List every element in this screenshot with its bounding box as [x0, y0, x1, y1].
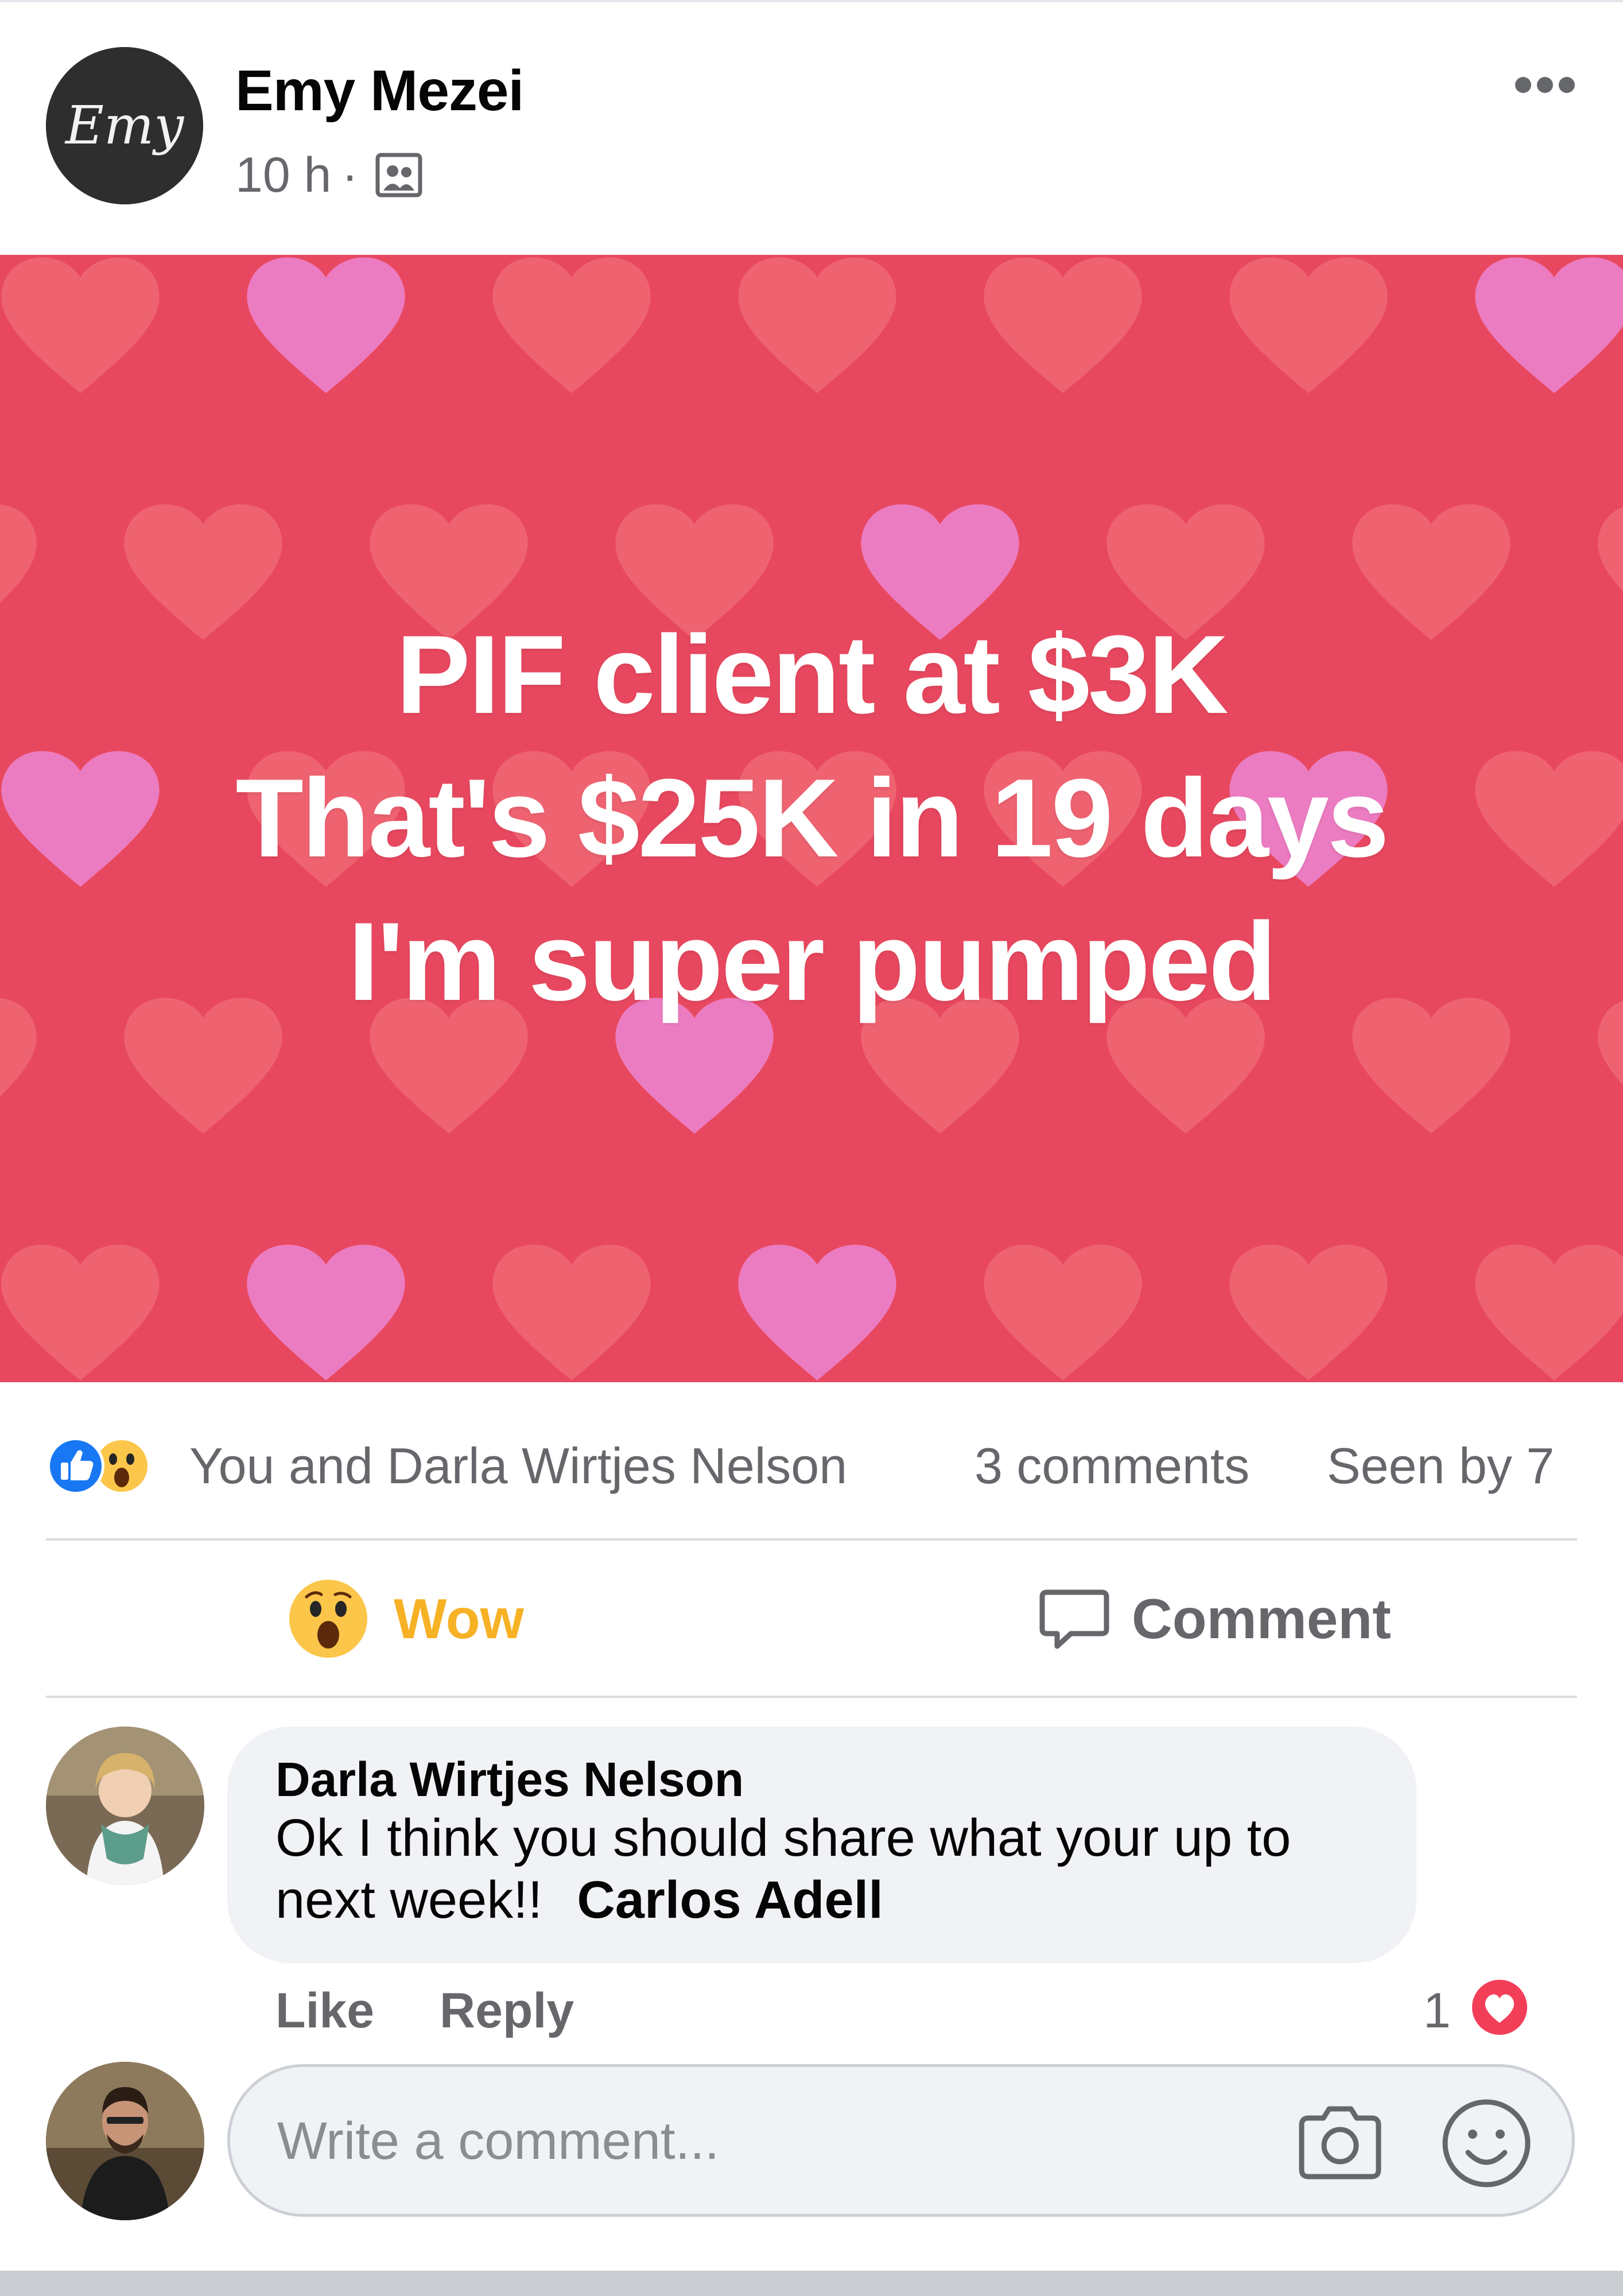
comment-reply-button[interactable]: Reply	[440, 1986, 574, 2035]
comment-button[interactable]: Comment	[1038, 1573, 1405, 1665]
wow-icon	[289, 1580, 367, 1658]
post-text-line-1: PIF client at $3K	[396, 612, 1229, 737]
post-time[interactable]: 10 h	[235, 150, 331, 200]
current-user-avatar[interactable]	[46, 2062, 204, 2220]
top-divider	[0, 0, 1623, 2]
post-image[interactable]: PIF client at $3K That's $25K in 19 days…	[0, 255, 1623, 1382]
wow-label: Wow	[394, 1587, 524, 1650]
author-name[interactable]: Emy Mezei	[235, 62, 524, 119]
author-avatar[interactable]: Emy	[46, 47, 203, 204]
divider	[46, 1538, 1577, 1541]
reactors-text[interactable]: You and Darla Wirtjes Nelson	[189, 1436, 847, 1496]
author-avatar-monogram: Emy	[46, 47, 203, 204]
comments-count[interactable]: 3 comments	[974, 1436, 1249, 1496]
post-text-line-2: That's $25K in 19 days	[235, 756, 1389, 881]
comment-icon	[1039, 1589, 1109, 1649]
commenter-avatar[interactable]	[46, 1727, 204, 1885]
post-text-line-3: I'm super pumped	[348, 899, 1276, 1024]
seen-by[interactable]: Seen by 7	[1327, 1436, 1554, 1496]
camera-icon[interactable]	[1291, 2093, 1389, 2190]
svg-text:Emy: Emy	[64, 95, 184, 156]
comment-like-button[interactable]: Like	[275, 1986, 374, 2035]
comment-input[interactable]	[276, 2067, 1283, 2215]
comment-mention[interactable]: Carlos Adell	[577, 1871, 883, 1929]
emoji-icon[interactable]	[1439, 2096, 1533, 2190]
reaction-summary[interactable]: You and Darla Wirtjes Nelson 3 comments …	[46, 1432, 1577, 1496]
bottom-separator	[0, 2271, 1623, 2296]
post-image-text: PIF client at $3K That's $25K in 19 days…	[0, 255, 1623, 1382]
friends-group-icon[interactable]	[374, 150, 424, 200]
more-options-icon[interactable]	[1511, 73, 1579, 96]
love-icon[interactable]	[1467, 1975, 1532, 2040]
meta-separator: ·	[341, 148, 359, 203]
commenter-name[interactable]: Darla Wirtjes Nelson	[275, 1755, 744, 1804]
wow-reaction-button[interactable]: Wow	[287, 1573, 539, 1665]
post-meta: 10 h ·	[235, 150, 424, 200]
comment-label: Comment	[1132, 1587, 1391, 1650]
comment-reaction-count[interactable]: 1	[1423, 1986, 1451, 2035]
comment-text: Ok I think you should share what your up…	[275, 1807, 1389, 1931]
divider	[46, 1696, 1577, 1698]
like-icon	[46, 1436, 106, 1496]
